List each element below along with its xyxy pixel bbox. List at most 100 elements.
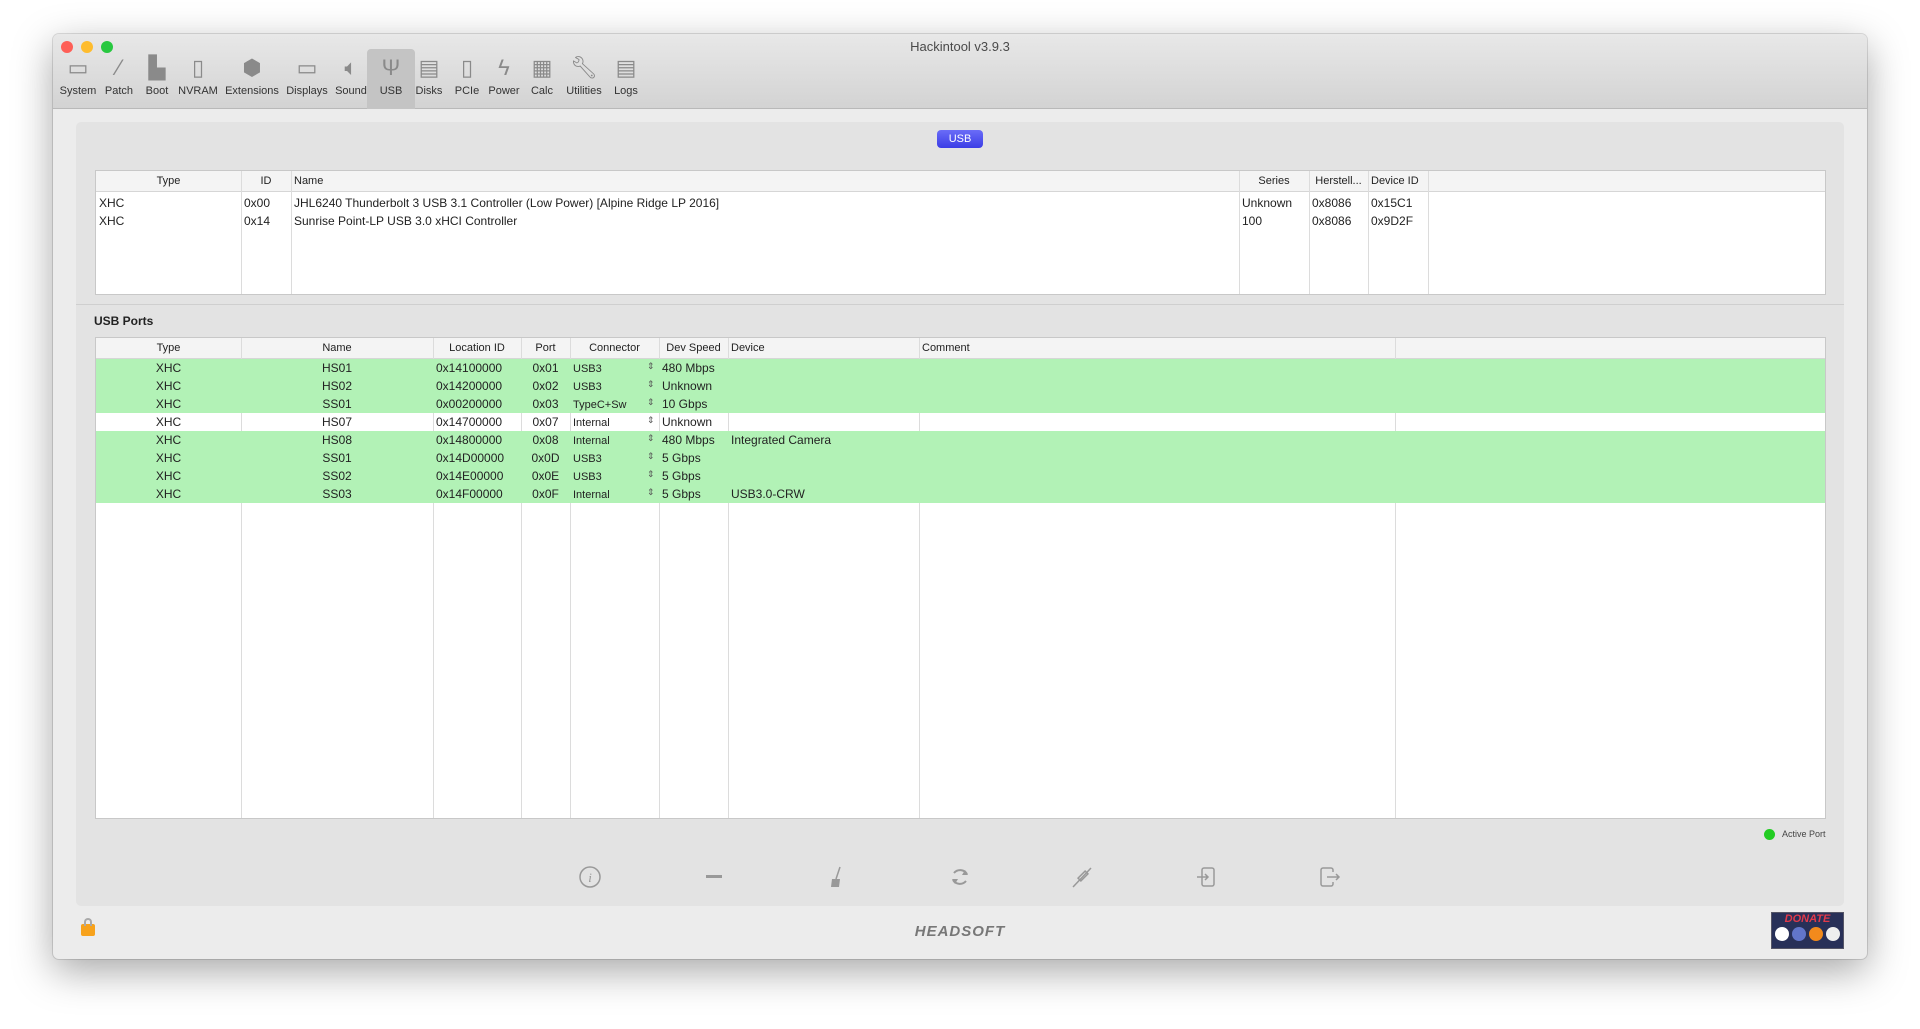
column-header[interactable]: Dev Speed [659, 342, 728, 354]
column-header[interactable]: Comment [922, 342, 970, 354]
cell: 0x14800000 [436, 433, 503, 447]
syringe-icon[interactable] [1067, 862, 1097, 892]
toolbar-label: Calc [530, 85, 553, 97]
column-divider [291, 171, 292, 294]
connector-select[interactable]: Internal [573, 489, 610, 501]
cell: Unknown [662, 379, 713, 393]
donate-button[interactable]: DONATE [1771, 912, 1844, 949]
connector-select[interactable]: USB3 [573, 453, 602, 465]
usb-port-row[interactable]: XHC SS02 0x14E00000 0x0E ⇕ USB3 5 Gbps [96, 467, 1825, 485]
usb-ports-table[interactable]: Type Name Location ID Port Connector Dev Spee… [95, 337, 1826, 819]
usb-port-row[interactable]: XHC SS01 0x14D00000 0x0D ⇕ USB3 5 Gbps [96, 449, 1825, 467]
cell: 0x15C1 [1371, 196, 1413, 210]
minus-icon[interactable] [699, 862, 729, 892]
export-icon[interactable] [1314, 862, 1344, 892]
cell: 0x14100000 [436, 361, 503, 375]
column-header[interactable]: Connector [570, 342, 659, 354]
memory-icon: ▯ [191, 55, 205, 80]
updown-chevron-icon[interactable]: ⇕ [647, 451, 655, 462]
table-header: Type ID Name Series Herstell... Device ID [96, 171, 1825, 192]
cell: XHC [155, 451, 182, 465]
column-header[interactable]: Name [241, 342, 433, 354]
divider [76, 304, 1844, 305]
cell: 0x14F00000 [436, 487, 503, 501]
controller-row[interactable]: XHC 0x00 JHL6240 Thunderbolt 3 USB 3.1 Con… [96, 194, 1825, 212]
updown-chevron-icon[interactable]: ⇕ [647, 469, 655, 480]
computer-icon: ▭ [67, 55, 89, 80]
column-header[interactable]: Port [521, 342, 570, 354]
cell: 5 Gbps [662, 487, 701, 501]
boot-icon: ▙ [148, 55, 166, 80]
toolbar-label: System [59, 85, 97, 97]
import-icon[interactable] [1191, 862, 1221, 892]
lego-icon: ⬢ [242, 55, 262, 80]
cell: 0x14200000 [436, 379, 503, 393]
column-header[interactable]: Series [1239, 175, 1309, 187]
info-icon[interactable]: i [575, 862, 605, 892]
usb-segment-button[interactable]: USB [937, 130, 983, 148]
toolbar-logs[interactable]: ▤ Logs [602, 49, 650, 109]
controllers-table[interactable]: Type ID Name Series Herstell... Device ID XHC 0… [95, 170, 1826, 295]
cell: XHC [99, 196, 125, 210]
connector-select[interactable]: USB3 [573, 471, 602, 483]
cell: XHC [155, 469, 182, 483]
connector-select[interactable]: USB3 [573, 363, 602, 375]
column-header[interactable]: Location ID [433, 342, 521, 354]
updown-chevron-icon[interactable]: ⇕ [647, 415, 655, 426]
cell: JHL6240 Thunderbolt 3 USB 3.1 Controller… [294, 196, 720, 210]
updown-chevron-icon[interactable]: ⇕ [647, 433, 655, 444]
cell: XHC [155, 487, 182, 501]
toolbar-extensions[interactable]: ⬢ Extensions [221, 49, 283, 109]
cell: XHC [155, 397, 182, 411]
toolbar-label: Extensions [225, 85, 279, 97]
connector-select[interactable]: USB3 [573, 381, 602, 393]
toolbar-displays[interactable]: ▭ Displays [282, 49, 332, 109]
cell: 0x02 [532, 379, 559, 393]
column-header[interactable]: Name [294, 175, 323, 187]
updown-chevron-icon[interactable]: ⇕ [647, 487, 655, 498]
column-header[interactable]: Type [96, 342, 241, 354]
usb-port-row[interactable]: XHC HS08 0x14800000 0x08 ⇕ Internal 480 Mbps In… [96, 431, 1825, 449]
cell: SS02 [322, 469, 352, 483]
column-divider [1428, 171, 1429, 294]
column-header[interactable]: ID [241, 175, 291, 187]
cell: 0x14700000 [436, 415, 503, 429]
toolbar-nvram[interactable]: ▯ NVRAM [174, 49, 222, 109]
cell: HS08 [321, 433, 353, 447]
speaker-icon: 🔈︎ [344, 55, 358, 80]
updown-chevron-icon[interactable]: ⇕ [647, 361, 655, 372]
cell: 0x9D2F [1371, 214, 1414, 228]
cell: XHC [155, 361, 182, 375]
column-header[interactable]: Device [731, 342, 765, 354]
usb-port-row[interactable]: XHC HS02 0x14200000 0x02 ⇕ USB3 Unknown [96, 377, 1825, 395]
connector-select[interactable]: TypeC+Sw [573, 399, 627, 411]
cell: SS01 [322, 397, 352, 411]
cell: 5 Gbps [662, 469, 701, 483]
refresh-icon[interactable] [945, 862, 975, 892]
usb-port-row[interactable]: XHC HS07 0x14700000 0x07 ⇕ Internal Unknown [96, 413, 1825, 431]
column-header[interactable]: Device ID [1371, 175, 1419, 187]
cell: XHC [155, 415, 182, 429]
cell: 0x14E00000 [436, 469, 504, 483]
cell: 0x08 [532, 433, 559, 447]
usb-port-row[interactable]: XHC HS01 0x14100000 0x01 ⇕ USB3 480 Mbps [96, 359, 1825, 377]
connector-select[interactable]: Internal [573, 435, 610, 447]
connector-select[interactable]: Internal [573, 417, 610, 429]
updown-chevron-icon[interactable]: ⇕ [647, 379, 655, 390]
cell: HS02 [321, 379, 353, 393]
cell: XHC [99, 214, 125, 228]
toolbar-utilities[interactable]: 🔧︎ Utilities [560, 49, 608, 109]
column-header[interactable]: Herstell... [1309, 175, 1368, 187]
toolbar-calc[interactable]: ▦ Calc [518, 49, 566, 109]
wrench-icon: 🔧︎ [570, 55, 598, 80]
ethereum-icon [1792, 927, 1806, 941]
broom-icon[interactable] [821, 862, 851, 892]
usb-port-row[interactable]: XHC SS01 0x00200000 0x03 ⇕ TypeC+Sw 10 Gbps [96, 395, 1825, 413]
updown-chevron-icon[interactable]: ⇕ [647, 397, 655, 408]
column-divider [1368, 171, 1369, 294]
column-header[interactable]: Type [96, 175, 241, 187]
active-port-dot-icon [1764, 829, 1775, 840]
usb-port-row[interactable]: XHC SS03 0x14F00000 0x0F ⇕ Internal 5 Gbps USB3… [96, 485, 1825, 503]
hackintool-window: Hackintool v3.9.3 ▭ System ⁄ Patch ▙ Boot ▯ NVR… [53, 34, 1867, 959]
controller-row[interactable]: XHC 0x14 Sunrise Point-LP USB 3.0 xHCI Con… [96, 212, 1825, 230]
